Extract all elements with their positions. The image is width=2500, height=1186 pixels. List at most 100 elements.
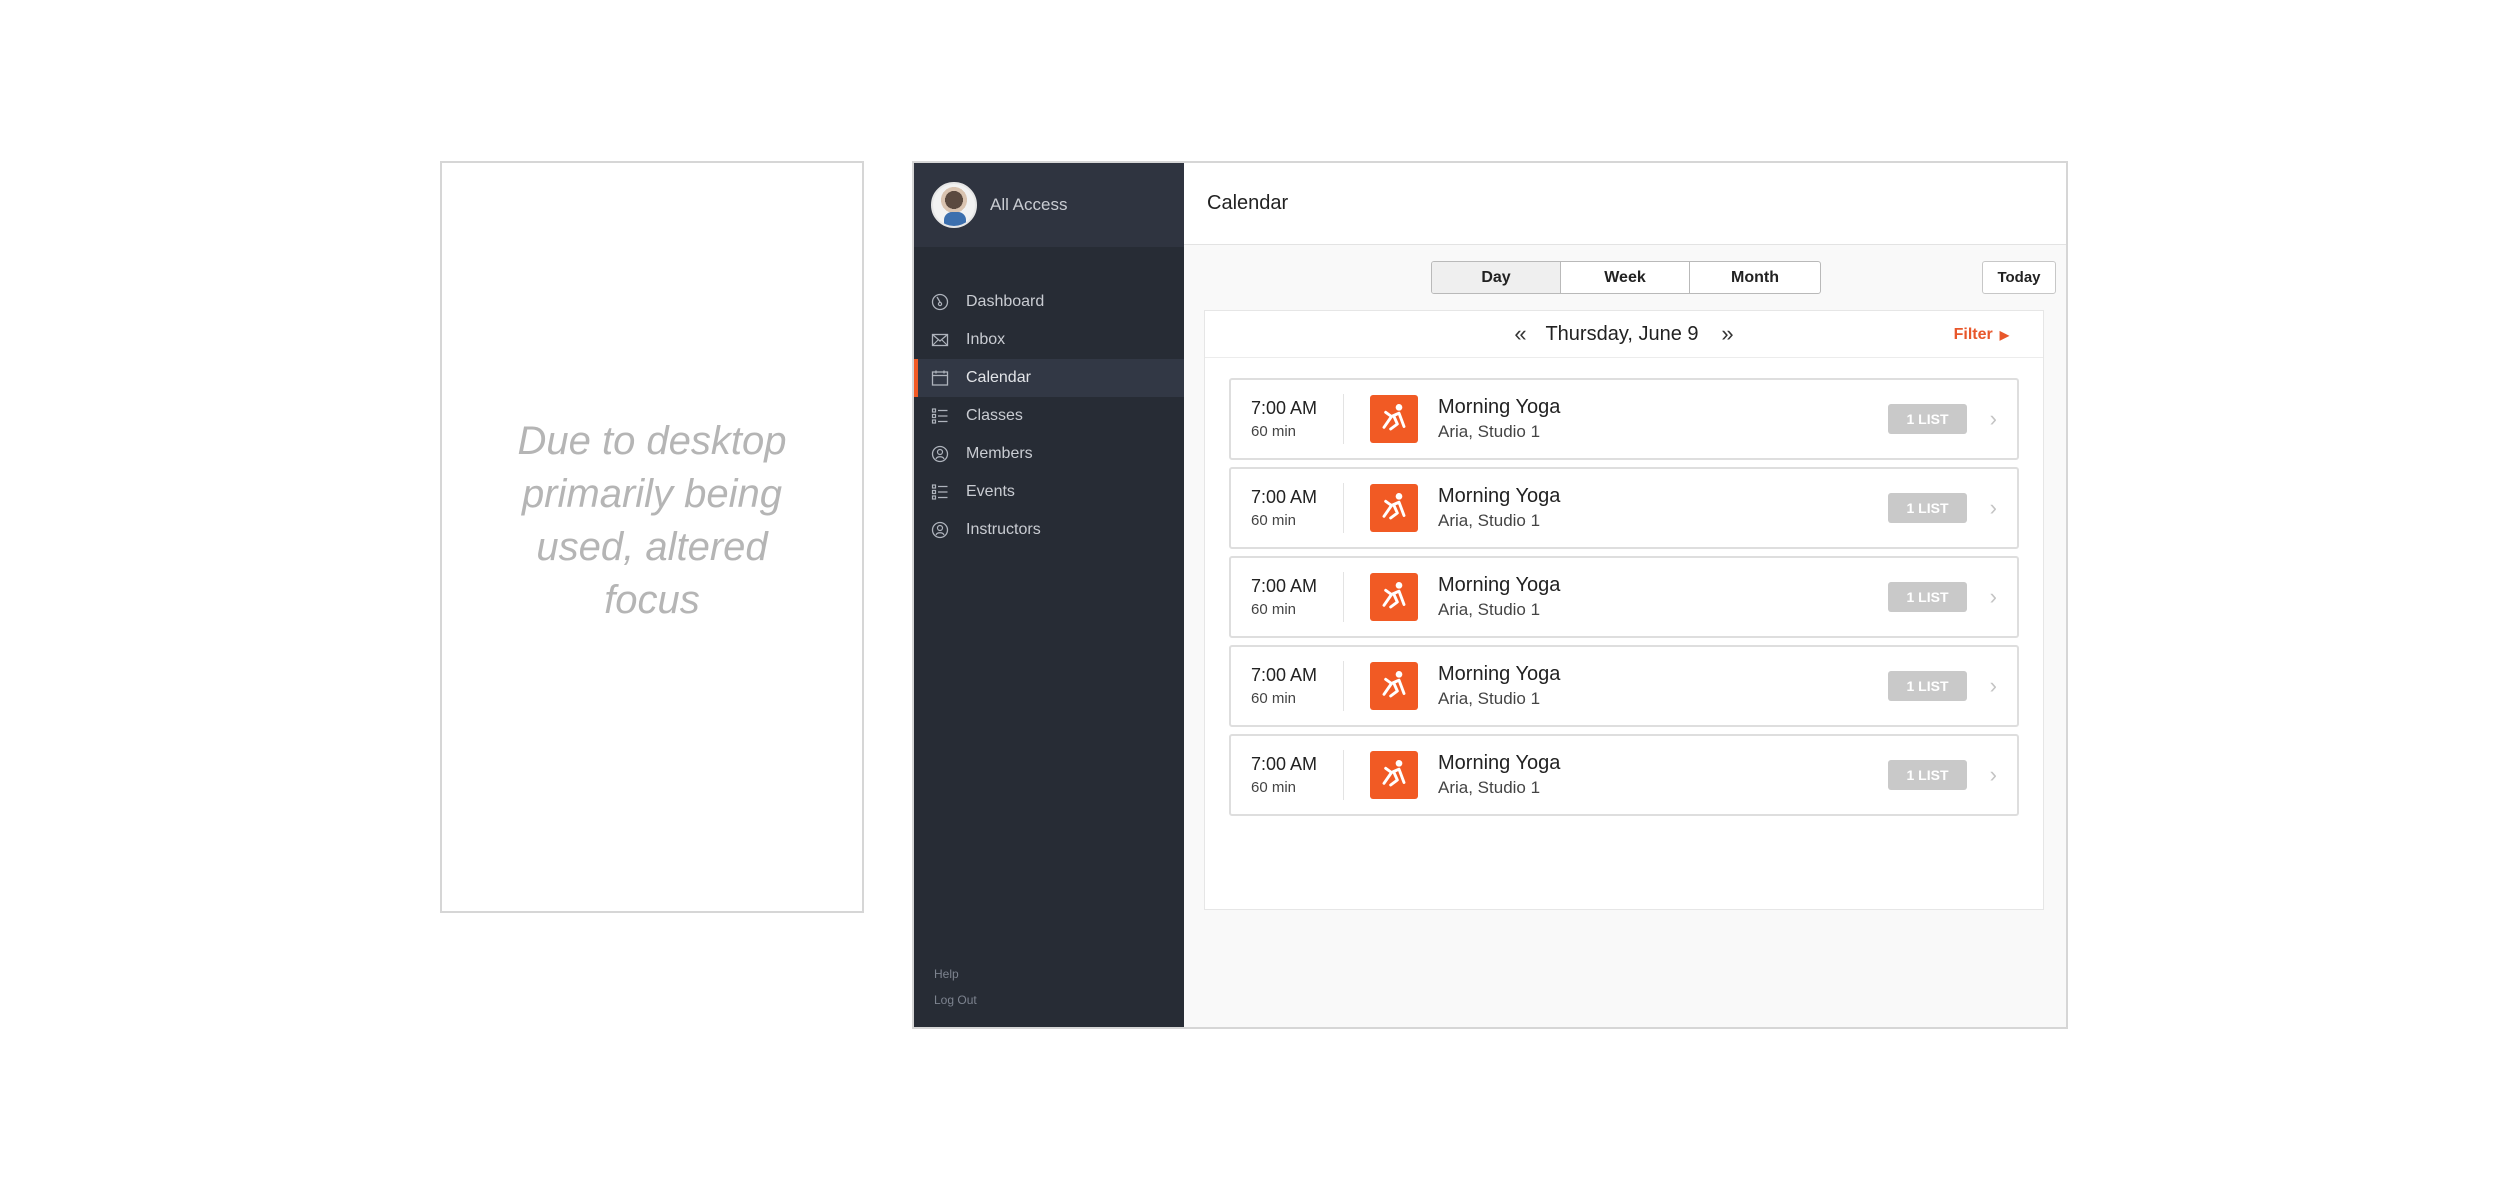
class-start-time: 7:00 AM — [1251, 754, 1318, 774]
class-name: Morning Yoga — [1438, 574, 1561, 596]
view-toggle: Day Week Month — [1431, 261, 1821, 294]
list-badge[interactable]: 1 LIST — [1888, 404, 1967, 434]
class-info: Morning Yoga Aria, Studio 1 — [1438, 574, 1560, 620]
chevron-right-icon[interactable]: › — [1990, 762, 1997, 788]
calendar-icon — [931, 369, 949, 387]
avatar[interactable] — [931, 182, 977, 228]
mobile-placeholder: Due to desktop primarily being used, alt… — [440, 161, 864, 913]
chevron-right-icon[interactable]: › — [1990, 584, 1997, 610]
class-row[interactable]: 7:00 AM 60 min Morning Yoga Aria, Studio… — [1229, 378, 2019, 460]
class-info: Morning Yoga Aria, Studio 1 — [1438, 396, 1560, 442]
class-name: Morning Yoga — [1438, 396, 1561, 418]
class-location: Aria, Studio 1 — [1438, 600, 1541, 619]
sidebar-item-label: Instructors — [966, 521, 1041, 538]
list-icon — [931, 407, 949, 425]
chevron-right-icon[interactable]: › — [1990, 673, 1997, 699]
sidebar-item-label: Events — [966, 483, 1015, 500]
day-schedule-panel: « Thursday, June 9 » Filter ▶ 7:00 AM 60 … — [1204, 310, 2044, 910]
sidebar-item-calendar[interactable]: Calendar — [914, 359, 1184, 397]
person-icon — [931, 445, 949, 463]
chevron-right-icon[interactable]: › — [1990, 406, 1997, 432]
class-start-time: 7:00 AM — [1251, 665, 1318, 685]
class-time: 7:00 AM 60 min — [1231, 572, 1344, 622]
account-name: All Access — [990, 195, 1068, 214]
yoga-icon — [1370, 751, 1418, 799]
chevron-right-icon[interactable]: › — [1990, 495, 1997, 521]
help-link[interactable]: Help — [934, 967, 977, 981]
class-location: Aria, Studio 1 — [1438, 778, 1541, 797]
class-duration: 60 min — [1251, 601, 1297, 618]
yoga-icon — [1370, 662, 1418, 710]
sidebar-nav: Dashboard Inbox Calendar Classes Members… — [914, 283, 1184, 549]
sidebar-item-label: Inbox — [966, 331, 1006, 348]
today-button[interactable]: Today — [1982, 261, 2056, 294]
class-row[interactable]: 7:00 AM 60 min Morning Yoga Aria, Studio… — [1229, 556, 2019, 638]
sidebar-item-events[interactable]: Events — [914, 473, 1184, 511]
date-header: « Thursday, June 9 » Filter ▶ — [1205, 311, 2043, 358]
list-badge[interactable]: 1 LIST — [1888, 760, 1967, 790]
list-badge[interactable]: 1 LIST — [1888, 582, 1967, 612]
class-time: 7:00 AM 60 min — [1231, 750, 1344, 800]
class-row[interactable]: 7:00 AM 60 min Morning Yoga Aria, Studio… — [1229, 467, 2019, 549]
class-name: Morning Yoga — [1438, 752, 1561, 774]
yoga-icon — [1370, 484, 1418, 532]
sidebar-item-label: Dashboard — [966, 293, 1045, 310]
class-info: Morning Yoga Aria, Studio 1 — [1438, 663, 1560, 709]
class-row[interactable]: 7:00 AM 60 min Morning Yoga Aria, Studio… — [1229, 734, 2019, 816]
person-icon — [931, 521, 949, 539]
list-badge[interactable]: 1 LIST — [1888, 671, 1967, 701]
double-chevron-right-icon[interactable]: » — [1717, 321, 1739, 347]
class-name: Morning Yoga — [1438, 663, 1561, 685]
class-info: Morning Yoga Aria, Studio 1 — [1438, 485, 1560, 531]
sidebar-item-dashboard[interactable]: Dashboard — [914, 283, 1184, 321]
class-start-time: 7:00 AM — [1251, 398, 1318, 418]
sidebar-item-label: Classes — [966, 407, 1023, 424]
class-duration: 60 min — [1251, 779, 1297, 796]
class-duration: 60 min — [1251, 690, 1297, 707]
filter-label: Filter — [1953, 326, 1993, 343]
inbox-icon — [931, 331, 949, 349]
class-info: Morning Yoga Aria, Studio 1 — [1438, 752, 1560, 798]
yoga-icon — [1370, 395, 1418, 443]
day-view-button[interactable]: Day — [1432, 262, 1561, 293]
page-title: Calendar — [1207, 192, 1289, 214]
filter-button[interactable]: Filter ▶ — [1954, 326, 2009, 344]
account-header[interactable]: All Access — [914, 163, 1184, 247]
date-navigator: « Thursday, June 9 » — [1509, 321, 1738, 347]
class-start-time: 7:00 AM — [1251, 576, 1318, 596]
sidebar-item-instructors[interactable]: Instructors — [914, 511, 1184, 549]
sidebar-footer: Help Log Out — [934, 955, 977, 1007]
dashboard-icon — [931, 293, 949, 311]
class-name: Morning Yoga — [1438, 485, 1561, 507]
class-location: Aria, Studio 1 — [1438, 511, 1541, 530]
week-view-button[interactable]: Week — [1561, 262, 1690, 293]
class-time: 7:00 AM 60 min — [1231, 661, 1344, 711]
top-bar: Calendar — [1184, 163, 2066, 245]
logout-link[interactable]: Log Out — [934, 993, 977, 1007]
sidebar-item-label: Calendar — [966, 369, 1031, 386]
double-chevron-left-icon[interactable]: « — [1509, 321, 1531, 347]
class-start-time: 7:00 AM — [1251, 487, 1318, 507]
main-content: Calendar Day Week Month Today « Thursday… — [1184, 163, 2066, 1027]
mobile-note-text: Due to desktop primarily being used, alt… — [517, 418, 787, 622]
play-arrow-icon: ▶ — [1999, 328, 2009, 342]
sidebar-item-inbox[interactable]: Inbox — [914, 321, 1184, 359]
month-view-button[interactable]: Month — [1690, 262, 1820, 293]
list-icon — [931, 483, 949, 501]
class-location: Aria, Studio 1 — [1438, 422, 1541, 441]
sidebar: All Access Dashboard Inbox Calendar Clas… — [914, 163, 1184, 1027]
yoga-icon — [1370, 573, 1418, 621]
class-time: 7:00 AM 60 min — [1231, 394, 1344, 444]
class-duration: 60 min — [1251, 423, 1297, 440]
class-time: 7:00 AM 60 min — [1231, 483, 1344, 533]
sidebar-item-members[interactable]: Members — [914, 435, 1184, 473]
sidebar-item-classes[interactable]: Classes — [914, 397, 1184, 435]
sidebar-item-label: Members — [966, 445, 1033, 462]
class-list: 7:00 AM 60 min Morning Yoga Aria, Studio… — [1205, 378, 2043, 816]
list-badge[interactable]: 1 LIST — [1888, 493, 1967, 523]
class-row[interactable]: 7:00 AM 60 min Morning Yoga Aria, Studio… — [1229, 645, 2019, 727]
class-location: Aria, Studio 1 — [1438, 689, 1541, 708]
class-duration: 60 min — [1251, 512, 1297, 529]
desktop-app: All Access Dashboard Inbox Calendar Clas… — [912, 161, 2068, 1029]
current-date: Thursday, June 9 — [1545, 322, 1699, 345]
